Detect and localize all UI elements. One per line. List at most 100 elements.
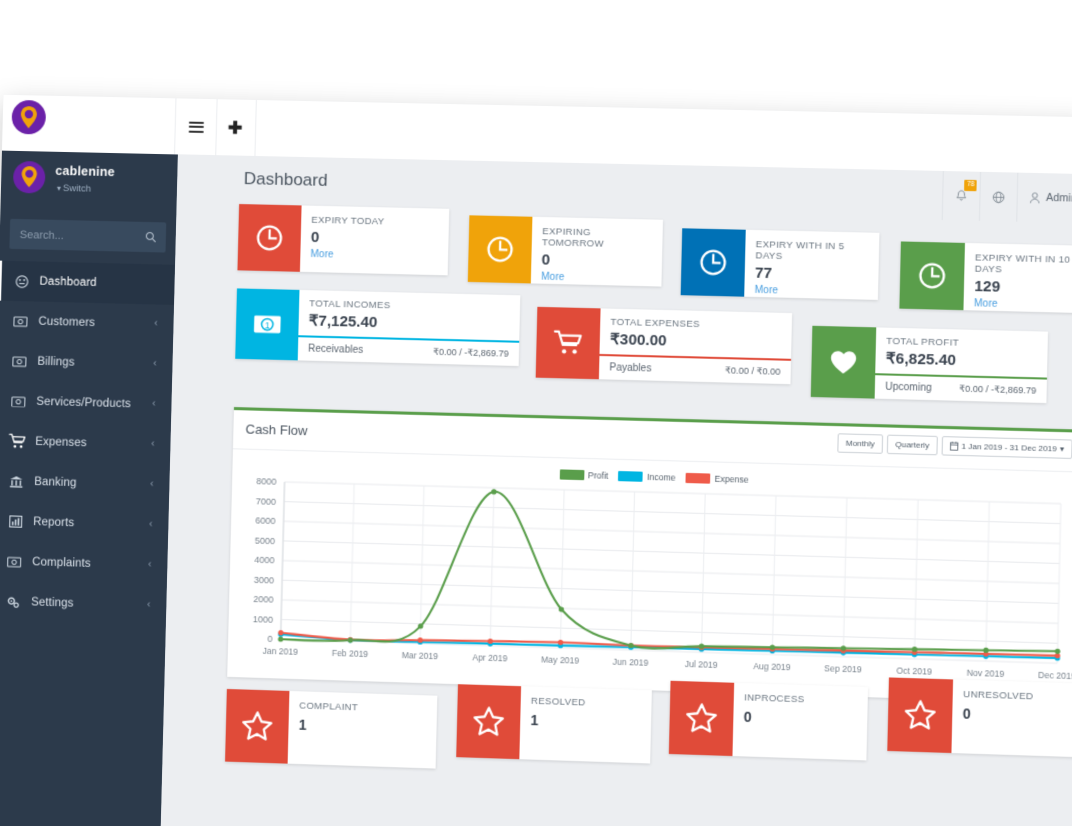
data-point[interactable] xyxy=(628,642,634,649)
screenshot-stage: ✚ cablenine ▾ Switch Search... Dashboard… xyxy=(0,0,1072,826)
data-point[interactable] xyxy=(698,646,705,652)
sidebar: cablenine ▾Switch Dashboard Customers ‹ Bil… xyxy=(0,150,179,826)
data-point[interactable] xyxy=(1054,652,1061,659)
sidebar-item-dashboard[interactable]: Dashboard xyxy=(0,260,176,305)
header-actions: 78 Admin xyxy=(941,171,1072,224)
expiry-card-more-link[interactable]: More xyxy=(754,285,867,299)
data-point[interactable] xyxy=(698,643,705,650)
legend-label: Profit xyxy=(587,470,609,481)
finance-card-sub-amount: ₹0.00 / -₹2,869.79 xyxy=(432,346,509,359)
sidebar-brand[interactable]: cablenine ▾ Switch xyxy=(0,151,178,213)
data-point[interactable] xyxy=(840,649,847,656)
sidebar-item-billings[interactable]: Billings ‹ xyxy=(0,341,173,386)
expiry-card-more-link[interactable]: More xyxy=(310,249,438,263)
quick-add-button[interactable]: ✚ xyxy=(214,99,257,157)
data-point[interactable] xyxy=(698,644,705,650)
sidebar-item-label: Dashboard xyxy=(39,275,97,290)
dashboard-icon xyxy=(12,274,30,288)
y-axis-tick: 4000 xyxy=(254,555,274,566)
chevron-right-icon: ‹ xyxy=(146,598,151,610)
data-point[interactable] xyxy=(277,636,284,642)
complaint-card-value: 1 xyxy=(298,716,307,733)
y-axis-tick: 6000 xyxy=(255,516,275,527)
sidebar-item-label: Customers xyxy=(38,315,96,330)
complaint-card-title: UNRESOLVED xyxy=(962,688,1034,703)
sidebar-item-label: Expenses xyxy=(35,435,87,450)
data-point[interactable] xyxy=(769,648,776,654)
cashflow-chart: 0 1000 2000 3000 4000 5000 6000 7000 8000 Jan 201… xyxy=(227,470,1072,694)
grid-line xyxy=(284,502,1060,524)
y-axis-tick: 3000 xyxy=(254,575,274,586)
notifications-button[interactable]: 78 xyxy=(941,171,981,221)
x-axis-tick: Jun 2019 xyxy=(613,657,649,668)
x-axis-tick: Aug 2019 xyxy=(753,661,791,672)
finance-card-sub-label: Upcoming xyxy=(885,381,932,394)
legend-item[interactable]: Income xyxy=(618,471,676,483)
main-content: Dashboard 78 Admin EXPIRY TODAY 0 More E… xyxy=(159,154,1072,826)
sidebar-toggle-button[interactable] xyxy=(174,98,218,156)
data-point[interactable] xyxy=(628,642,634,649)
sidebar-item-complaints[interactable]: Complaints ‹ xyxy=(0,541,168,586)
data-point[interactable] xyxy=(769,644,776,651)
expiry-card-more-link[interactable]: More xyxy=(974,298,1072,312)
monthly-button[interactable]: Monthly xyxy=(837,433,884,454)
data-point[interactable] xyxy=(840,645,847,652)
grid-line xyxy=(914,500,918,659)
sidebar-item-expenses[interactable]: Expenses ‹ xyxy=(0,421,171,466)
grid-line xyxy=(282,580,1059,603)
data-point[interactable] xyxy=(491,489,497,495)
data-point[interactable] xyxy=(840,647,847,654)
legend-item[interactable]: Expense xyxy=(685,472,749,485)
sidebar-item-services-products[interactable]: Services/Products ‹ xyxy=(0,381,172,426)
data-point[interactable] xyxy=(1054,655,1061,661)
switch-label: Switch xyxy=(62,183,92,195)
data-point[interactable] xyxy=(628,644,634,650)
complaint-card-title: RESOLVED xyxy=(530,695,586,709)
series-line-profit xyxy=(281,486,1061,664)
expiry-card: EXPIRY WITH IN 5 DAYS 77 More xyxy=(680,228,880,300)
expiry-card-body: EXPIRY WITH IN 5 DAYS 77 More xyxy=(744,230,879,300)
sidebar-item-label: Reports xyxy=(33,516,75,530)
stat-cards-region: EXPIRY TODAY 0 More EXPIRING TOMORROW 0 More E… xyxy=(235,204,1072,404)
user-menu-button[interactable]: Admin xyxy=(1016,172,1072,224)
x-axis-tick: Apr 2019 xyxy=(472,652,508,663)
language-button[interactable] xyxy=(979,171,1018,222)
data-point[interactable] xyxy=(911,646,918,653)
date-range-button[interactable]: 1 Jan 2019 - 31 Dec 2019 ▾ xyxy=(941,436,1072,459)
data-point[interactable] xyxy=(983,653,989,659)
sidebar-item-customers[interactable]: Customers ‹ xyxy=(0,301,174,346)
chevron-right-icon: ‹ xyxy=(151,438,155,450)
search-icon[interactable] xyxy=(145,230,157,248)
x-axis-tick: Jul 2019 xyxy=(685,659,718,670)
sidebar-item-reports[interactable]: Reports ‹ xyxy=(0,501,169,546)
data-point[interactable] xyxy=(557,638,563,645)
expiry-card-more-link[interactable]: More xyxy=(541,272,651,286)
expiry-card-value: 77 xyxy=(754,264,773,283)
data-point[interactable] xyxy=(769,646,776,652)
sidebar-item-label: Services/Products xyxy=(36,395,132,411)
search-input[interactable] xyxy=(17,219,141,254)
data-point[interactable] xyxy=(983,647,989,654)
money-icon xyxy=(5,554,23,569)
finance-card-top: TOTAL EXPENSES ₹300.00 xyxy=(599,308,792,358)
data-point[interactable] xyxy=(557,642,563,648)
expiry-card-value: 0 xyxy=(310,228,320,247)
sidebar-item-settings[interactable]: Settings ‹ xyxy=(0,581,167,627)
data-point[interactable] xyxy=(1054,648,1061,655)
data-point[interactable] xyxy=(558,606,564,612)
chevron-right-icon: ‹ xyxy=(154,317,158,329)
quarterly-button[interactable]: Quarterly xyxy=(886,434,938,456)
expiry-card: EXPIRY WITH IN 10 DAYS 129 More xyxy=(899,241,1072,314)
complaint-card: UNRESOLVED 0 xyxy=(887,677,1072,758)
legend-item[interactable]: Profit xyxy=(559,469,609,481)
series-line-expense xyxy=(281,632,1058,662)
brand-switch-link[interactable]: ▾ Switch xyxy=(57,183,91,195)
data-point[interactable] xyxy=(983,651,989,657)
complaint-card-body: RESOLVED 1 xyxy=(519,686,652,763)
sidebar-search[interactable] xyxy=(9,218,167,254)
data-point[interactable] xyxy=(911,649,918,655)
expiry-card-title: EXPIRING TOMORROW xyxy=(541,226,605,250)
sidebar-item-banking[interactable]: Banking ‹ xyxy=(0,461,170,506)
data-point[interactable] xyxy=(911,651,918,658)
finance-card-top: TOTAL INCOMES ₹7,125.40 xyxy=(298,290,520,341)
